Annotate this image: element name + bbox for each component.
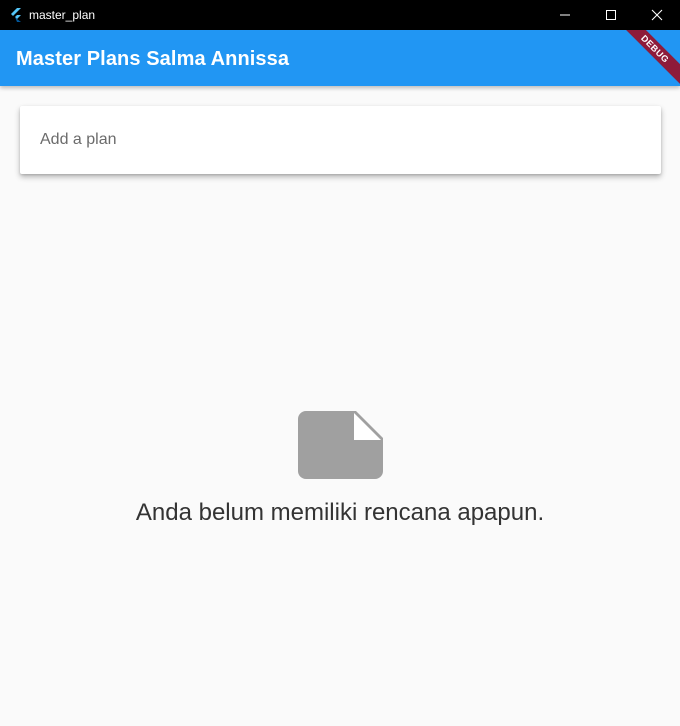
app-bar: Master Plans Salma Annissa DEBUG xyxy=(0,30,680,86)
add-plan-input[interactable] xyxy=(40,128,630,152)
window-title: master_plan xyxy=(29,8,96,22)
maximize-icon[interactable] xyxy=(588,0,634,30)
add-plan-card xyxy=(20,106,661,174)
note-icon xyxy=(298,411,383,479)
flutter-icon xyxy=(8,7,24,23)
app-window: master_plan Master Plans Salma Annissa D… xyxy=(0,0,680,726)
window-title-bar: master_plan xyxy=(0,0,680,30)
page-title: Master Plans Salma Annissa xyxy=(16,48,290,70)
window-controls xyxy=(542,0,680,30)
minimize-icon[interactable] xyxy=(542,0,588,30)
debug-banner: DEBUG xyxy=(611,30,680,86)
close-icon[interactable] xyxy=(634,0,680,30)
empty-state-message: Anda belum memiliki rencana apapun. xyxy=(135,499,545,526)
